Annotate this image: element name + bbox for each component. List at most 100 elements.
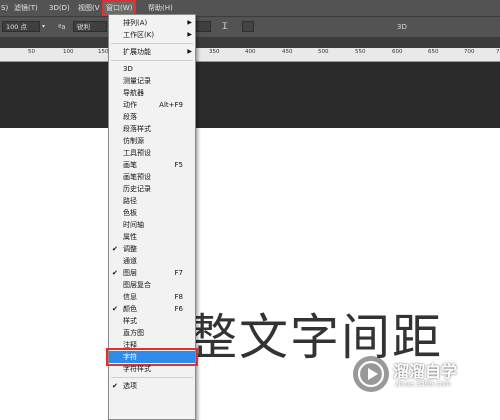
checkmark-icon: ✔ — [112, 245, 118, 253]
menu-item-12[interactable]: 工具预设 — [109, 147, 195, 159]
menu-item-18[interactable]: 时间轴 — [109, 219, 195, 231]
menu-item-label: 调整 — [123, 245, 137, 253]
menu-item-17[interactable]: 色板 — [109, 207, 195, 219]
menu-item-label: 选项 — [123, 382, 137, 390]
pasteboard — [0, 62, 500, 128]
menu-item-27[interactable]: 直方图 — [109, 327, 195, 339]
font-size-field[interactable]: 100 点 — [2, 21, 40, 32]
panels-toggle-button[interactable] — [242, 21, 254, 32]
checkmark-icon: ✔ — [112, 382, 118, 390]
dropdown-arrow-icon[interactable]: ▾ — [42, 17, 45, 37]
options-bar: 100 点 ▾ ªa 锐利 Ꮖ 3D — [0, 17, 500, 38]
menu-item-label: 字符 — [123, 353, 137, 361]
menu-item-15[interactable]: 历史记录 — [109, 183, 195, 195]
ruler-label: 600 — [392, 49, 403, 55]
menu-item-shortcut: F6 — [174, 305, 183, 313]
menu-item-label: 字符样式 — [123, 365, 151, 373]
menu-item-label: 通道 — [123, 257, 137, 265]
menu-item-label: 图层 — [123, 269, 137, 277]
menu-item-label: 画笔 — [123, 161, 137, 169]
submenu-arrow-icon: ▶ — [187, 48, 192, 55]
menu-item-label: 工具预设 — [123, 149, 151, 157]
menu-item-label: 仿制源 — [123, 137, 144, 145]
menu-item-label: 动作 — [123, 101, 137, 109]
menu-3d[interactable]: 3D(D) — [49, 2, 70, 14]
menu-item-14[interactable]: 画笔预设 — [109, 171, 195, 183]
menu-item-shortcut: Alt+F9 — [159, 101, 183, 109]
menu-item-19[interactable]: 属性 — [109, 231, 195, 243]
menu-item-24[interactable]: 信息 F8 — [109, 291, 195, 303]
ruler-label: 550 — [355, 49, 366, 55]
menu-item-16[interactable]: 路径 — [109, 195, 195, 207]
menu-item-label: 信息 — [123, 293, 137, 301]
menu-item-11[interactable]: 仿制源 — [109, 135, 195, 147]
menu-item-label: 路径 — [123, 197, 137, 205]
play-logo-icon — [353, 356, 389, 392]
menu-item-6[interactable]: 测量记录 — [109, 75, 195, 87]
submenu-arrow-icon: ▶ — [187, 19, 192, 26]
menu-item-7[interactable]: 导航器 — [109, 87, 195, 99]
menu-item-label: 时间轴 — [123, 221, 144, 229]
menu-item-10[interactable]: 段落样式 — [109, 123, 195, 135]
menu-item-3[interactable]: 扩展功能 ▶ — [109, 46, 195, 58]
ruler-label: 350 — [209, 49, 220, 55]
menu-item-26[interactable]: 样式 — [109, 315, 195, 327]
menu-view[interactable]: 视图(V — [78, 2, 100, 14]
ruler-label: 400 — [245, 49, 256, 55]
menu-item-29[interactable]: 字符 — [106, 348, 198, 366]
menu-item-label: 测量记录 — [123, 77, 151, 85]
menu-item-30[interactable]: 字符样式 — [109, 363, 195, 375]
menu-item-label: 排列(A) — [123, 19, 148, 27]
menu-item-label: 工作区(K) — [123, 31, 155, 39]
menu-item-23[interactable]: 图层复合 — [109, 279, 195, 291]
anti-alias-select[interactable]: 锐利 — [73, 21, 107, 32]
color-swatch[interactable] — [196, 21, 211, 32]
3d-mode-label[interactable]: 3D — [397, 17, 407, 37]
menu-item-22[interactable]: ✔ 图层 F7 — [109, 267, 195, 279]
ruler-label: 50 — [28, 49, 35, 55]
menu-item-25[interactable]: ✔ 颜色 F6 — [109, 303, 195, 315]
menu-item-shortcut: F8 — [174, 293, 183, 301]
submenu-arrow-icon: ▶ — [187, 31, 192, 38]
checkmark-icon: ✔ — [112, 269, 118, 277]
menu-item-1[interactable]: 工作区(K) ▶ — [109, 29, 195, 41]
menu-item-label: 样式 — [123, 317, 137, 325]
ruler-label: 500 — [318, 49, 329, 55]
menu-item-28[interactable]: 注释 — [109, 339, 195, 351]
menu-item-label: 属性 — [123, 233, 137, 241]
menu-item-0[interactable]: 排列(A) ▶ — [109, 17, 195, 29]
checkmark-icon: ✔ — [112, 305, 118, 313]
watermark: 溜溜自学 zixue.3d66.com — [353, 356, 479, 404]
menu-item-label: 图层复合 — [123, 281, 151, 289]
menu-item-label: 色板 — [123, 209, 137, 217]
menu-item-label: 导航器 — [123, 89, 144, 97]
menu-item-label: 段落 — [123, 113, 137, 121]
menu-item-9[interactable]: 段落 — [109, 111, 195, 123]
ruler-label: 750 — [496, 49, 500, 55]
menu-item-21[interactable]: 通道 — [109, 255, 195, 267]
watermark-title: 溜溜自学 — [393, 362, 458, 381]
warp-text-icon[interactable]: Ꮖ — [222, 17, 228, 37]
menu-previous[interactable]: S) — [1, 2, 8, 14]
menu-item-label: 颜色 — [123, 305, 137, 313]
menu-window[interactable]: 窗口(W) — [101, 0, 137, 16]
menu-filter[interactable]: 滤镜(T) — [14, 2, 38, 14]
ruler-label: 100 — [63, 49, 74, 55]
ruler-label: 700 — [464, 49, 475, 55]
menu-item-32[interactable]: ✔ 选项 — [109, 380, 195, 392]
menu-item-label: 3D — [123, 65, 133, 73]
menu-separator — [111, 60, 193, 61]
menu-item-shortcut: F7 — [174, 269, 183, 277]
menu-item-label: 画笔预设 — [123, 173, 151, 181]
menu-item-label: 注释 — [123, 341, 137, 349]
horizontal-ruler: 50 100 150 350 400 450 500 550 600 650 7… — [0, 48, 500, 62]
menu-item-20[interactable]: ✔ 调整 — [109, 243, 195, 255]
menu-item-5[interactable]: 3D — [109, 63, 195, 75]
menu-item-13[interactable]: 画笔 F5 — [109, 159, 195, 171]
ruler-label: 450 — [282, 49, 293, 55]
menu-separator — [111, 43, 193, 44]
menu-help[interactable]: 帮助(H) — [148, 2, 173, 14]
menu-item-8[interactable]: 动作 Alt+F9 — [109, 99, 195, 111]
document-tab-bar — [0, 38, 500, 48]
menu-item-label: 段落样式 — [123, 125, 151, 133]
